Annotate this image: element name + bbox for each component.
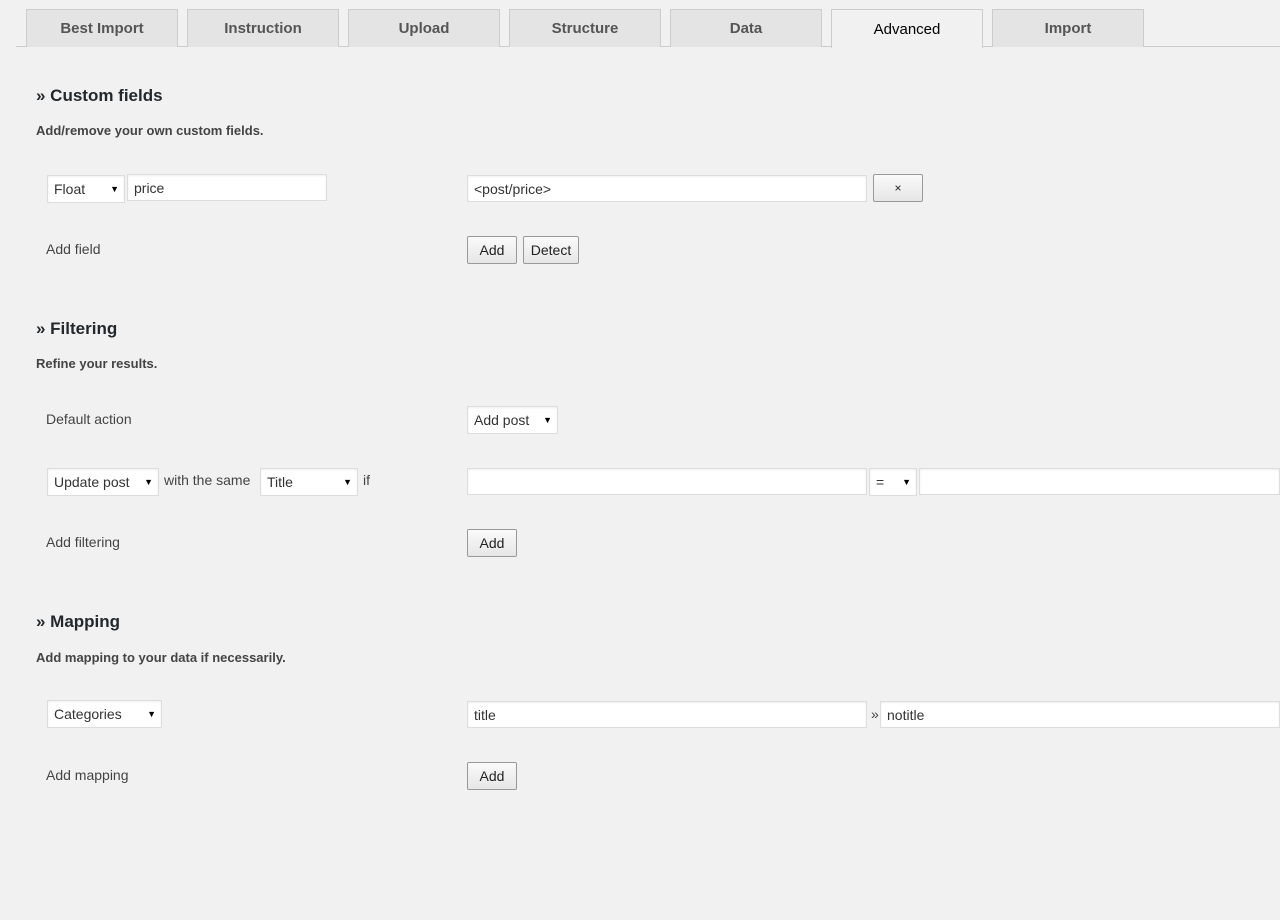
filter-operator-select[interactable]: = ▼ <box>869 468 917 496</box>
tab-best-import[interactable]: Best Import <box>26 9 178 47</box>
mapping-title: » Mapping <box>36 612 121 631</box>
add-field-label: Add field <box>46 241 101 257</box>
mapping-taxonomy-select[interactable]: Categories ▼ <box>47 700 162 728</box>
filter-field-select[interactable]: Title ▼ <box>260 468 358 496</box>
if-text: if <box>363 472 370 488</box>
detect-button[interactable]: Detect <box>523 236 579 264</box>
tab-data[interactable]: Data <box>670 9 822 47</box>
tab-bar: Best Import Instruction Upload Structure… <box>16 0 1280 48</box>
tab-import[interactable]: Import <box>992 9 1144 47</box>
filter-field-value: Title <box>267 474 293 490</box>
tab-structure[interactable]: Structure <box>509 9 661 47</box>
dropdown-arrow-icon: ▼ <box>144 477 153 487</box>
custom-field-name-input[interactable]: price <box>127 174 327 201</box>
filter-operator-value: = <box>876 474 885 490</box>
add-mapping-label: Add mapping <box>46 767 129 783</box>
tab-upload[interactable]: Upload <box>348 9 500 47</box>
mapping-taxonomy-value: Categories <box>54 706 122 722</box>
filter-left-input[interactable] <box>467 468 867 495</box>
add-field-button[interactable]: Add <box>467 236 517 264</box>
custom-fields-title: » Custom fields <box>36 86 163 105</box>
default-action-select[interactable]: Add post ▼ <box>467 406 558 434</box>
mapping-description: Add mapping to your data if necessarily. <box>36 650 286 665</box>
filter-action-select[interactable]: Update post ▼ <box>47 468 159 496</box>
close-icon: × <box>894 181 902 195</box>
dropdown-arrow-icon: ▼ <box>902 477 911 487</box>
add-filtering-button[interactable]: Add <box>467 529 517 557</box>
mapping-from-input[interactable]: title <box>467 701 867 728</box>
remove-custom-field-button[interactable]: × <box>873 174 923 202</box>
custom-field-path-input[interactable]: <post/price> <box>467 175 867 202</box>
default-action-value: Add post <box>474 412 530 428</box>
filtering-description: Refine your results. <box>36 356 158 371</box>
add-mapping-button[interactable]: Add <box>467 762 517 790</box>
mapping-separator: » <box>871 706 879 722</box>
tab-advanced[interactable]: Advanced <box>831 9 983 48</box>
custom-fields-description: Add/remove your own custom fields. <box>36 123 264 138</box>
dropdown-arrow-icon: ▼ <box>110 184 119 194</box>
dropdown-arrow-icon: ▼ <box>343 477 352 487</box>
custom-field-type-select[interactable]: Float ▼ <box>47 175 125 203</box>
filter-right-input[interactable] <box>919 468 1280 495</box>
with-same-text: with the same <box>164 472 251 488</box>
dropdown-arrow-icon: ▼ <box>147 709 156 719</box>
default-action-label: Default action <box>46 411 132 427</box>
add-filtering-label: Add filtering <box>46 534 120 550</box>
filtering-title: » Filtering <box>36 319 118 338</box>
dropdown-arrow-icon: ▼ <box>543 415 552 425</box>
mapping-to-input[interactable]: notitle <box>880 701 1280 728</box>
custom-field-type-value: Float <box>54 181 86 197</box>
tab-instruction[interactable]: Instruction <box>187 9 339 47</box>
filter-action-value: Update post <box>54 474 130 490</box>
